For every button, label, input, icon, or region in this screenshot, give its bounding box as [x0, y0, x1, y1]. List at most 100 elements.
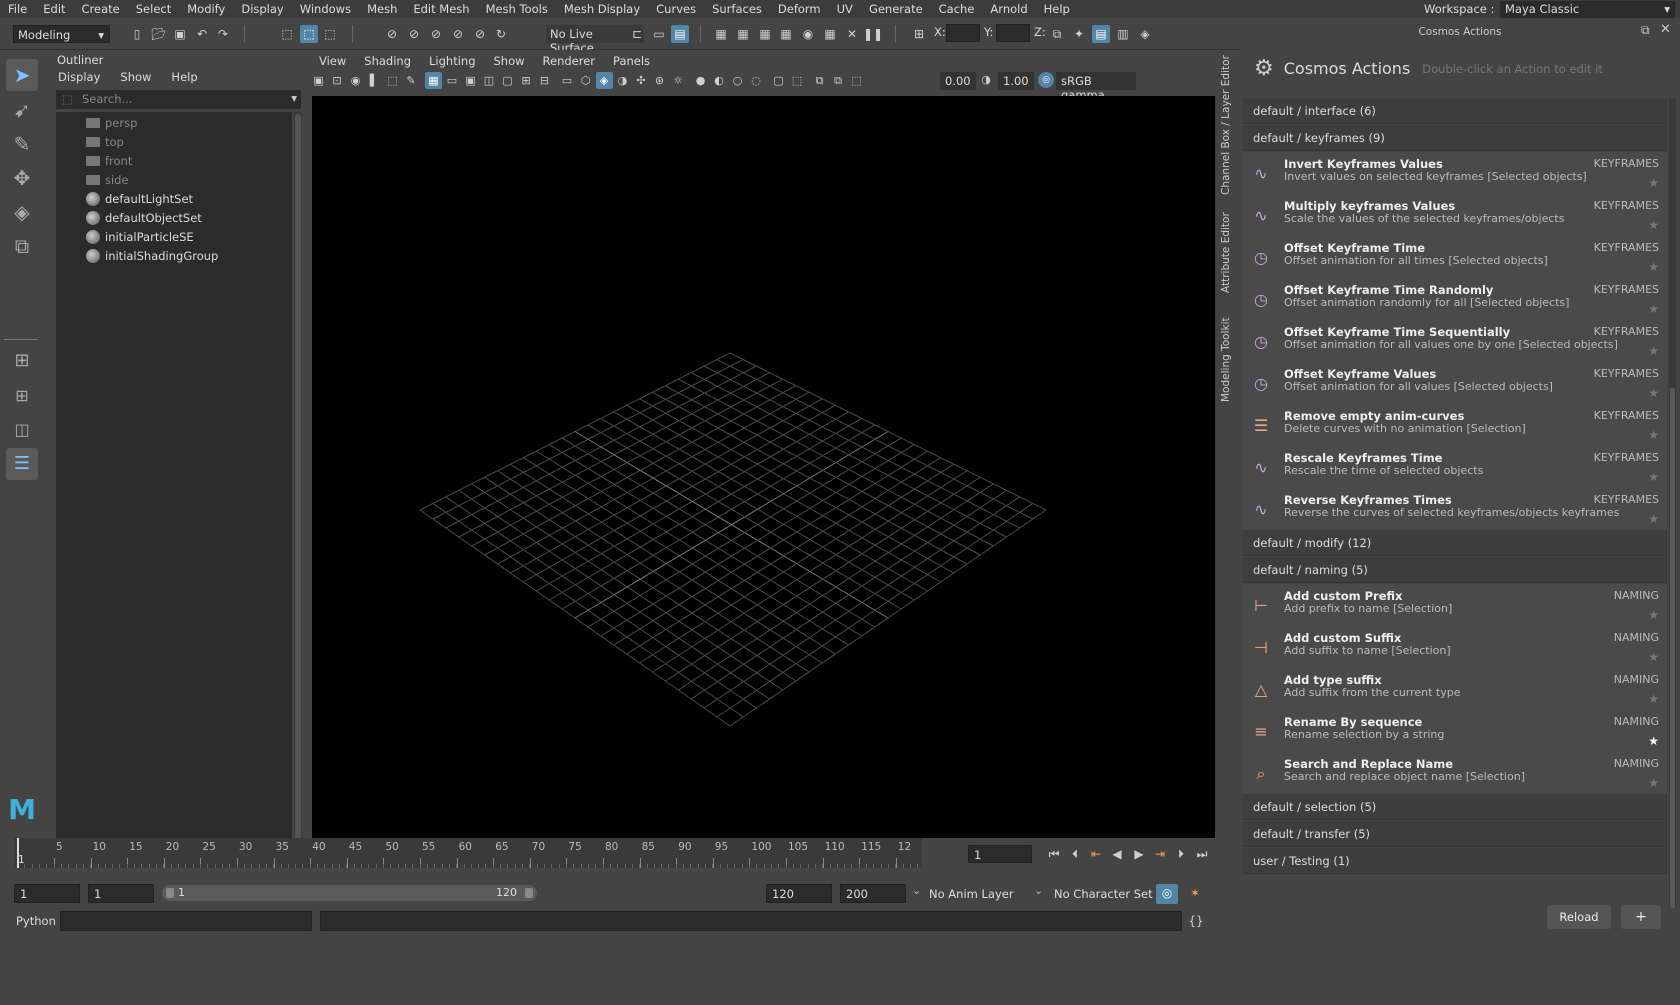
depth-of-field-icon[interactable]: ◐: [711, 72, 728, 89]
close-icon[interactable]: ✕: [1660, 22, 1671, 37]
live-surface-icon[interactable]: ↻: [492, 25, 510, 43]
lock-camera-icon[interactable]: ⊡: [329, 72, 346, 89]
xray-icon[interactable]: ◌: [748, 72, 765, 89]
bookmark-icon[interactable]: ◉: [347, 72, 364, 89]
sidebar-toggle-icon[interactable]: ⧉: [1048, 25, 1066, 43]
previous-key-icon[interactable]: ⇤: [1087, 845, 1105, 863]
arnold-ipr-icon[interactable]: ✕: [843, 25, 861, 43]
xray-joints-icon[interactable]: ▢: [770, 72, 787, 89]
menu-item-edit[interactable]: Edit: [35, 2, 73, 16]
current-frame-field[interactable]: 1: [968, 845, 1032, 863]
single-view-layout-icon[interactable]: ⊞: [6, 345, 38, 377]
menu-item-file[interactable]: File: [0, 2, 35, 16]
playback-range-slider[interactable]: 1 120: [162, 885, 537, 901]
favorite-star-icon[interactable]: ★: [1648, 302, 1659, 316]
action-item[interactable]: ∿ Invert Keyframes Values Invert values on…: [1243, 152, 1667, 196]
gate-mask-icon[interactable]: ◫: [481, 72, 498, 89]
outliner-vscrollbar[interactable]: [294, 112, 302, 864]
menu-item-mesh[interactable]: Mesh: [359, 2, 405, 16]
action-item[interactable]: ∿ Reverse Keyframes Times Reverse the curv…: [1243, 488, 1667, 532]
outliner-item[interactable]: initialParticleSE: [86, 228, 194, 246]
aa-icon[interactable]: ●: [692, 72, 709, 89]
outliner-item[interactable]: front: [86, 152, 132, 170]
time-ruler[interactable]: 1 5 10 15 20 25 30 35 40 45 50 55 60 65 70 75 80 85 90 95 1…: [14, 838, 922, 868]
go-to-end-icon[interactable]: ⏭: [1193, 845, 1211, 863]
menu-item-surfaces[interactable]: Surfaces: [704, 2, 770, 16]
reload-button[interactable]: Reload: [1547, 905, 1611, 929]
favorite-star-icon[interactable]: ★: [1648, 470, 1659, 484]
menu-item-display[interactable]: Display: [233, 2, 291, 16]
snap-point-icon[interactable]: ⊘: [427, 25, 445, 43]
float-window-icon[interactable]: ⧉: [1641, 23, 1650, 38]
anim-layer-select[interactable]: No Anim Layer: [929, 887, 1014, 901]
grease-pencil-icon[interactable]: ✎: [403, 72, 420, 89]
action-item[interactable]: ∿ Multiply keyframes Values Scale the valu…: [1243, 194, 1667, 238]
outliner-layout-icon[interactable]: ☰: [6, 448, 38, 480]
render-frame-icon[interactable]: ▦: [734, 25, 752, 43]
action-group-header[interactable]: default / modify (12): [1243, 530, 1667, 556]
ipr-render-icon[interactable]: ▦: [756, 25, 774, 43]
viewport-menu-view[interactable]: View: [310, 54, 355, 70]
chevron-down-icon[interactable]: ⌄: [1034, 884, 1043, 897]
menu-item-generate[interactable]: Generate: [861, 2, 931, 16]
script-editor-icon[interactable]: {}: [1187, 912, 1205, 930]
current-time-indicator[interactable]: [17, 838, 19, 868]
favorite-star-icon[interactable]: ★: [1648, 650, 1659, 664]
menu-item-mesh-tools[interactable]: Mesh Tools: [478, 2, 556, 16]
favorite-star-icon[interactable]: ★: [1648, 176, 1659, 190]
action-item[interactable]: ◷ Offset Keyframe Time Randomly Offset ani…: [1243, 278, 1667, 322]
action-item[interactable]: ◷ Offset Keyframe Time Offset animation fo…: [1243, 236, 1667, 280]
gamma-icon[interactable]: ◑: [978, 72, 994, 88]
wireframe-icon[interactable]: ▭: [559, 72, 576, 89]
viewport-menu-show[interactable]: Show: [485, 54, 534, 70]
outliner-item[interactable]: persp: [86, 114, 137, 132]
auto-key-icon[interactable]: ◎: [1156, 884, 1178, 904]
favorite-star-icon[interactable]: ★: [1648, 260, 1659, 274]
exposure-field[interactable]: 0.00: [940, 72, 976, 90]
transform-mode-icon[interactable]: ⊞: [910, 25, 928, 43]
outliner-item[interactable]: initialShadingGroup: [86, 247, 218, 265]
action-group-header[interactable]: default / transfer (5): [1243, 821, 1667, 847]
tool-settings-icon[interactable]: ▥: [1114, 25, 1132, 43]
step-forward-icon[interactable]: ⏵: [1172, 845, 1190, 863]
ao-icon[interactable]: ⊛: [651, 72, 668, 89]
command-language-label[interactable]: Python: [16, 914, 56, 928]
menu-item-mesh-display[interactable]: Mesh Display: [556, 2, 648, 16]
menu-item-uv[interactable]: UV: [829, 2, 861, 16]
save-scene-icon[interactable]: ▣: [171, 25, 189, 43]
resolution-gate-icon[interactable]: ▣: [462, 72, 479, 89]
viewport-menu-panels[interactable]: Panels: [604, 54, 659, 70]
2d-pan-icon[interactable]: ⬚: [384, 72, 401, 89]
menu-item-cache[interactable]: Cache: [931, 2, 983, 16]
outliner-menu-help[interactable]: Help: [161, 70, 207, 86]
favorite-star-icon[interactable]: ★: [1648, 344, 1659, 358]
menu-item-modify[interactable]: Modify: [179, 2, 233, 16]
command-input[interactable]: [60, 911, 312, 931]
action-item[interactable]: ◷ Offset Keyframe Time Sequentially Offset…: [1243, 320, 1667, 364]
action-item[interactable]: ⌕ Search and Replace Name Search and repla…: [1243, 752, 1667, 796]
go-to-start-icon[interactable]: ⏮: [1045, 845, 1063, 863]
scale-tool-icon[interactable]: ⧉: [6, 230, 38, 262]
use-lights-icon[interactable]: ◑: [614, 72, 631, 89]
workspace-select[interactable]: Maya Classic ▾: [1500, 1, 1675, 18]
action-group-header[interactable]: default / naming (5): [1243, 557, 1667, 583]
menu-item-select[interactable]: Select: [128, 2, 179, 16]
viewport-menu-shading[interactable]: Shading: [355, 54, 420, 70]
actions-scrollbar[interactable]: [1669, 98, 1676, 908]
two-view-layout-icon[interactable]: ◫: [6, 414, 38, 446]
select-object-icon[interactable]: ⬚: [300, 25, 318, 43]
pause-icon[interactable]: ❚❚: [863, 25, 883, 43]
snap-curve-icon[interactable]: ⊘: [405, 25, 423, 43]
hud-icon[interactable]: ⧉: [830, 72, 847, 89]
perspective-viewport[interactable]: persp: [312, 96, 1215, 895]
mode-select[interactable]: Modeling ▾: [13, 25, 110, 43]
action-item[interactable]: ◷ Offset Keyframe Values Offset animation …: [1243, 362, 1667, 406]
outliner-item[interactable]: top: [86, 133, 124, 151]
film-gate-icon[interactable]: ▭: [444, 72, 461, 89]
field-chart-icon[interactable]: ▢: [499, 72, 516, 89]
render-view-icon[interactable]: ▦: [712, 25, 730, 43]
outliner-item[interactable]: defaultObjectSet: [86, 209, 202, 227]
shadows-icon[interactable]: ✣: [633, 72, 650, 89]
action-group-header[interactable]: default / selection (5): [1243, 794, 1667, 820]
menu-item-curves[interactable]: Curves: [648, 2, 704, 16]
